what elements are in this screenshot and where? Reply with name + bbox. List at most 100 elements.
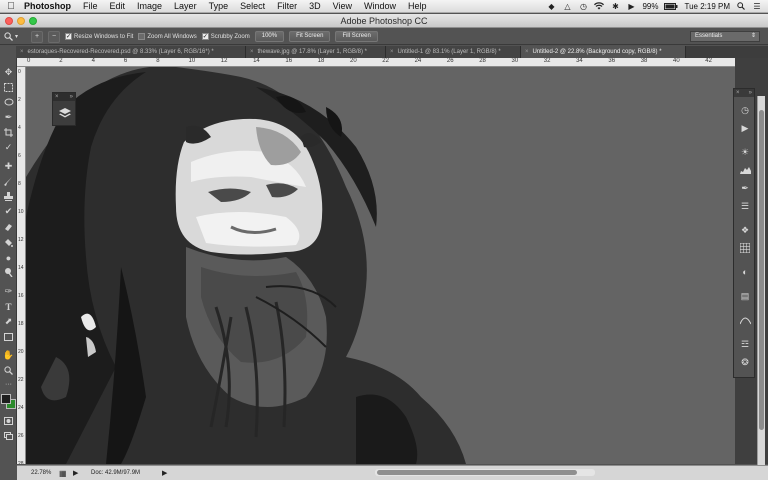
vertical-scrollbar-thumb[interactable] xyxy=(759,110,764,430)
fill-screen-button[interactable]: Fill Screen xyxy=(335,31,378,42)
close-dock-icon[interactable]: × xyxy=(736,89,740,97)
clock[interactable]: Tue 2:19 PM xyxy=(684,2,730,11)
apple-icon[interactable]:  xyxy=(0,1,22,12)
quick-mask-icon[interactable] xyxy=(2,414,15,427)
menu-select[interactable]: Select xyxy=(234,1,271,11)
zoom-out-button[interactable]: − xyxy=(48,30,60,43)
share-icon[interactable]: ▦ xyxy=(59,469,73,478)
menu-image[interactable]: Image xyxy=(131,1,168,11)
document-tab[interactable]: × estoraques-Recovered-Recovered.psd @ 8.… xyxy=(16,46,246,58)
vertical-scrollbar[interactable] xyxy=(757,96,765,466)
menu-type[interactable]: Type xyxy=(203,1,235,11)
menu-3d[interactable]: 3D xyxy=(303,1,327,11)
crop-tool-icon[interactable] xyxy=(2,126,15,139)
zoom-level-field[interactable]: 22.78% xyxy=(17,470,53,476)
layers-panel-icon[interactable] xyxy=(57,105,73,121)
healing-brush-tool-icon[interactable]: ✚ xyxy=(2,160,15,173)
menu-help[interactable]: Help xyxy=(402,1,433,11)
foreground-color-swatch[interactable] xyxy=(1,394,11,404)
dropbox-icon[interactable]: ◆ xyxy=(546,2,556,11)
close-tab-icon[interactable]: × xyxy=(525,49,529,55)
zoom-all-windows-checkbox[interactable]: Zoom All Windows xyxy=(138,33,197,40)
brush-tool-icon[interactable] xyxy=(2,175,15,188)
close-tab-icon[interactable]: × xyxy=(390,49,394,55)
status-menu-icon[interactable]: ▶ xyxy=(162,469,167,477)
vertical-ruler[interactable]: 0 2 4 6 8 10 12 14 16 18 20 22 24 26 28 xyxy=(17,67,26,464)
clone-source-icon[interactable]: ❖ xyxy=(737,223,753,237)
pen-tool-icon[interactable]: ✑ xyxy=(2,285,15,298)
eraser-tool-icon[interactable] xyxy=(2,221,15,234)
history-panel-icon[interactable]: ◷ xyxy=(737,103,753,117)
expand-dock-icon[interactable]: » xyxy=(749,89,752,97)
properties-panel-icon[interactable]: ☲ xyxy=(737,337,753,351)
photoshop-window:  Photoshop File Edit Image Layer Type S… xyxy=(0,0,768,480)
paint-bucket-tool-icon[interactable] xyxy=(2,236,15,249)
horizontal-ruler[interactable]: 0 2 4 6 8 10 12 14 16 18 20 22 24 26 28 30 32 34 36 38 40 42 xyxy=(17,58,735,67)
rectangle-tool-icon[interactable] xyxy=(2,330,15,343)
brush-presets-icon[interactable]: ☰ xyxy=(737,199,753,213)
histogram-panel-icon[interactable] xyxy=(737,163,753,177)
scrubby-zoom-checkbox[interactable]: ✓ Scrubby Zoom xyxy=(201,33,250,40)
close-tab-icon[interactable]: × xyxy=(250,49,254,55)
screen-mode-icon[interactable] xyxy=(2,429,15,442)
path-selection-tool-icon[interactable]: ⬈ xyxy=(2,315,15,328)
quick-selection-tool-icon[interactable]: ✒ xyxy=(2,111,15,124)
type-tool-icon[interactable]: T xyxy=(2,300,15,313)
marquee-tool-icon[interactable] xyxy=(2,81,15,94)
navigator-panel-icon[interactable]: ▤ xyxy=(737,289,753,303)
gdrive-icon[interactable]: △ xyxy=(562,2,572,11)
hand-tool-icon[interactable]: ✋ xyxy=(2,349,15,362)
blur-tool-icon[interactable]: ● xyxy=(2,251,15,264)
resize-windows-checkbox[interactable]: ✓ Resize Windows to Fit xyxy=(65,33,133,40)
notification-center-icon[interactable]: ☰ xyxy=(752,2,762,11)
close-panel-icon[interactable]: × xyxy=(55,93,59,101)
zoom-100-button[interactable]: 100% xyxy=(254,31,285,42)
zoom-tool-icon[interactable] xyxy=(2,364,15,377)
menu-file[interactable]: File xyxy=(77,1,104,11)
menu-filter[interactable]: Filter xyxy=(271,1,303,11)
horizontal-scrollbar-thumb[interactable] xyxy=(377,470,577,475)
bluetooth-icon[interactable]: ✱ xyxy=(610,2,620,11)
channels-panel-icon[interactable]: ❂ xyxy=(737,355,753,369)
lasso-tool-icon[interactable] xyxy=(2,96,15,109)
history-brush-tool-icon[interactable]: ✔ xyxy=(2,205,15,218)
color-panel-icon[interactable]: ◐ xyxy=(737,265,753,279)
menu-window[interactable]: Window xyxy=(358,1,402,11)
fit-screen-button[interactable]: Fit Screen xyxy=(289,31,331,42)
close-window-button[interactable] xyxy=(5,17,13,25)
adjustments-panel-icon[interactable]: ☀ xyxy=(737,145,753,159)
ruler-tick-label: 28 xyxy=(18,461,24,464)
menu-edit[interactable]: Edit xyxy=(104,1,132,11)
swatches-panel-icon[interactable] xyxy=(737,241,753,255)
maximize-window-button[interactable] xyxy=(29,17,37,25)
chevron-right-icon[interactable]: ▶ xyxy=(73,469,87,477)
paths-panel-icon[interactable] xyxy=(737,313,753,327)
document-tab[interactable]: × thewave.jpg @ 17.8% (Layer 1, RGB/8) * xyxy=(246,46,386,58)
expand-panel-icon[interactable]: » xyxy=(70,93,73,101)
close-tab-icon[interactable]: × xyxy=(20,49,24,55)
eyedropper-tool-icon[interactable]: ✓ xyxy=(2,141,15,154)
battery-icon[interactable] xyxy=(664,2,678,11)
menu-view[interactable]: View xyxy=(327,1,358,11)
zoom-tool-preset[interactable]: ▾ xyxy=(4,32,26,41)
dodge-tool-icon[interactable] xyxy=(2,266,15,279)
clone-stamp-tool-icon[interactable] xyxy=(2,190,15,203)
menu-app-name[interactable]: Photoshop xyxy=(22,1,77,11)
document-tab-active[interactable]: × Untitled-2 @ 22.8% (Background copy, RG… xyxy=(521,46,686,58)
move-tool-icon[interactable]: ✥ xyxy=(2,66,15,79)
workspace-switcher[interactable]: Essentials ⇕ xyxy=(690,31,760,42)
ruler-tick-label: 28 xyxy=(479,58,486,64)
actions-panel-icon[interactable]: ▶ xyxy=(737,121,753,135)
minimize-window-button[interactable] xyxy=(17,17,25,25)
spotlight-icon[interactable] xyxy=(736,2,746,11)
document-tabs: × estoraques-Recovered-Recovered.psd @ 8.… xyxy=(16,46,768,58)
more-tools-icon[interactable]: ··· xyxy=(2,378,15,391)
document-tab[interactable]: × Untitled-1 @ 83.1% (Layer 1, RGB/8) * xyxy=(386,46,521,58)
volume-icon[interactable]: ▶ xyxy=(626,2,636,11)
menu-layer[interactable]: Layer xyxy=(168,1,203,11)
wifi-icon[interactable] xyxy=(594,2,605,11)
zoom-in-button[interactable]: + xyxy=(31,30,43,43)
history-icon[interactable]: ◷ xyxy=(578,2,588,11)
document-canvas[interactable] xyxy=(26,67,735,464)
brushes-panel-icon[interactable]: ✒ xyxy=(737,181,753,195)
